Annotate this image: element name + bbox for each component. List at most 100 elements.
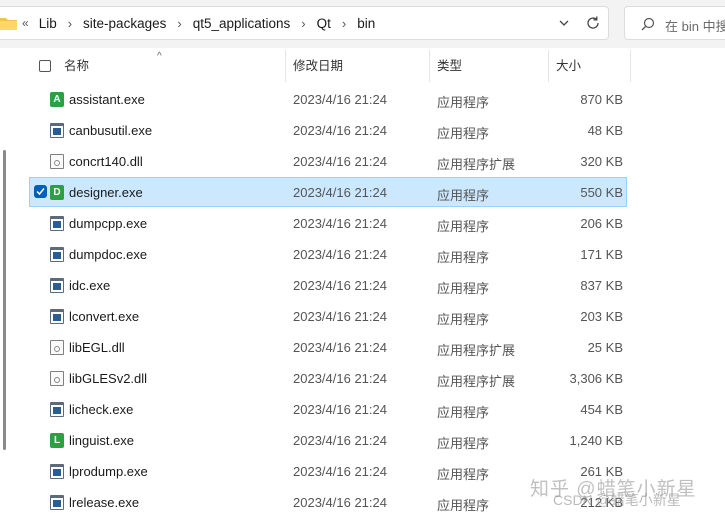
file-modified-date: 2023/4/16 21:24 (293, 185, 387, 200)
exe-icon (50, 247, 64, 262)
file-name: designer.exe (69, 185, 143, 200)
column-divider[interactable] (630, 50, 631, 82)
exe-icon (50, 278, 64, 293)
breadcrumb-qt5-applications[interactable]: qt5_applications (189, 14, 295, 33)
file-row[interactable]: dumpdoc.exe 2023/4/16 21:24 应用程序 171 KB (29, 239, 627, 269)
file-name: licheck.exe (69, 402, 134, 417)
file-type: 应用程序 (437, 405, 490, 420)
file-row[interactable]: libEGL.dll 2023/4/16 21:24 应用程序扩展 25 KB (29, 332, 627, 362)
file-modified-date: 2023/4/16 21:24 (293, 402, 387, 417)
column-modified[interactable]: 修改日期 (293, 50, 343, 82)
file-type: 应用程序扩展 (437, 157, 516, 172)
dll-icon (50, 371, 64, 386)
file-name: lconvert.exe (69, 309, 140, 324)
file-name: lprodump.exe (69, 464, 148, 479)
address-bar[interactable]: « Lib › site-packages › qt5_applications… (0, 6, 609, 40)
search-icon (641, 17, 655, 31)
exe-icon (50, 216, 64, 231)
exe-icon (50, 464, 64, 479)
column-divider[interactable] (429, 50, 430, 82)
file-name: linguist.exe (69, 433, 135, 448)
file-size: 550 KB (580, 185, 623, 200)
file-type: 应用程序 (437, 250, 490, 265)
file-size: 837 KB (580, 278, 623, 293)
exe-icon (50, 309, 64, 324)
file-modified-date: 2023/4/16 21:24 (293, 154, 387, 169)
sort-ascending-icon: ^ (157, 51, 162, 62)
row-checkbox[interactable] (34, 185, 47, 198)
file-size: 454 KB (580, 402, 623, 417)
chevron-right-icon[interactable]: › (68, 16, 72, 31)
file-type: 应用程序 (437, 312, 490, 327)
file-type: 应用程序 (437, 95, 490, 110)
green-app-icon: A (50, 92, 64, 107)
file-row[interactable]: lconvert.exe 2023/4/16 21:24 应用程序 203 KB (29, 301, 627, 331)
dll-icon (50, 154, 64, 169)
file-name: dumpdoc.exe (69, 247, 148, 262)
file-row[interactable]: Llinguist.exe 2023/4/16 21:24 应用程序 1,240 KB (29, 425, 627, 455)
file-row[interactable]: Aassistant.exe 2023/4/16 21:24 应用程序 870 KB (29, 84, 627, 114)
file-size: 3,306 KB (569, 371, 624, 386)
chevron-right-icon[interactable]: › (301, 16, 305, 31)
select-all-checkbox[interactable] (39, 60, 51, 72)
column-type[interactable]: 类型 (437, 50, 462, 82)
file-row[interactable]: Ddesigner.exe 2023/4/16 21:24 应用程序 550 KB (29, 177, 627, 207)
file-size: 320 KB (580, 154, 623, 169)
chevron-right-icon[interactable]: › (177, 16, 181, 31)
file-name: libEGL.dll (69, 340, 125, 355)
chevron-down-icon[interactable] (557, 16, 571, 30)
exe-icon (50, 123, 64, 138)
file-type: 应用程序 (437, 219, 490, 234)
breadcrumb-overflow[interactable]: « (22, 16, 29, 30)
file-type: 应用程序 (437, 498, 490, 513)
green-app-icon: D (50, 185, 64, 200)
chevron-right-icon[interactable]: › (342, 16, 346, 31)
file-size: 171 KB (580, 247, 623, 262)
file-modified-date: 2023/4/16 21:24 (293, 216, 387, 231)
file-row[interactable]: idc.exe 2023/4/16 21:24 应用程序 837 KB (29, 270, 627, 300)
breadcrumb-qt[interactable]: Qt (313, 14, 335, 33)
file-row[interactable]: concrt140.dll 2023/4/16 21:24 应用程序扩展 320 KB (29, 146, 627, 176)
green-app-icon: L (50, 433, 64, 448)
file-type: 应用程序 (437, 467, 490, 482)
file-type: 应用程序 (437, 126, 490, 141)
file-size: 870 KB (580, 92, 623, 107)
column-size[interactable]: 大小 (556, 50, 581, 82)
file-name: dumpcpp.exe (69, 216, 148, 231)
breadcrumb-lib[interactable]: Lib (35, 14, 61, 33)
column-divider[interactable] (285, 50, 286, 82)
file-modified-date: 2023/4/16 21:24 (293, 371, 387, 386)
file-modified-date: 2023/4/16 21:24 (293, 123, 387, 138)
column-name[interactable]: 名称 (64, 50, 89, 82)
file-name: idc.exe (69, 278, 111, 293)
breadcrumb-site-packages[interactable]: site-packages (79, 14, 170, 33)
file-size: 206 KB (580, 216, 623, 231)
breadcrumb-bin[interactable]: bin (353, 14, 379, 33)
file-modified-date: 2023/4/16 21:24 (293, 495, 387, 510)
file-type: 应用程序 (437, 188, 490, 203)
file-name: lrelease.exe (69, 495, 140, 510)
address-toolbar: « Lib › site-packages › qt5_applications… (0, 0, 725, 48)
file-row[interactable]: libGLESv2.dll 2023/4/16 21:24 应用程序扩展 3,306 … (29, 363, 627, 393)
column-header: ^ 名称 修改日期 类型 大小 (29, 50, 631, 82)
nav-scrollbar[interactable] (3, 150, 6, 450)
refresh-icon[interactable] (585, 15, 601, 31)
dll-icon (50, 340, 64, 355)
file-type: 应用程序扩展 (437, 343, 516, 358)
file-row[interactable]: dumpcpp.exe 2023/4/16 21:24 应用程序 206 KB (29, 208, 627, 238)
file-name: concrt140.dll (69, 154, 143, 169)
exe-icon (50, 402, 64, 417)
file-modified-date: 2023/4/16 21:24 (293, 309, 387, 324)
file-modified-date: 2023/4/16 21:24 (293, 247, 387, 262)
search-placeholder[interactable]: 在 bin 中搜 (665, 16, 725, 35)
search-box[interactable]: 在 bin 中搜 (624, 6, 725, 40)
file-size: 203 KB (580, 309, 623, 324)
file-modified-date: 2023/4/16 21:24 (293, 278, 387, 293)
file-size: 48 KB (587, 123, 623, 138)
column-divider[interactable] (548, 50, 549, 82)
file-name: assistant.exe (69, 92, 145, 107)
file-row[interactable]: canbusutil.exe 2023/4/16 21:24 应用程序 48 KB (29, 115, 627, 145)
file-row[interactable]: licheck.exe 2023/4/16 21:24 应用程序 454 KB (29, 394, 627, 424)
file-type: 应用程序 (437, 281, 490, 296)
file-name: libGLESv2.dll (69, 371, 148, 386)
